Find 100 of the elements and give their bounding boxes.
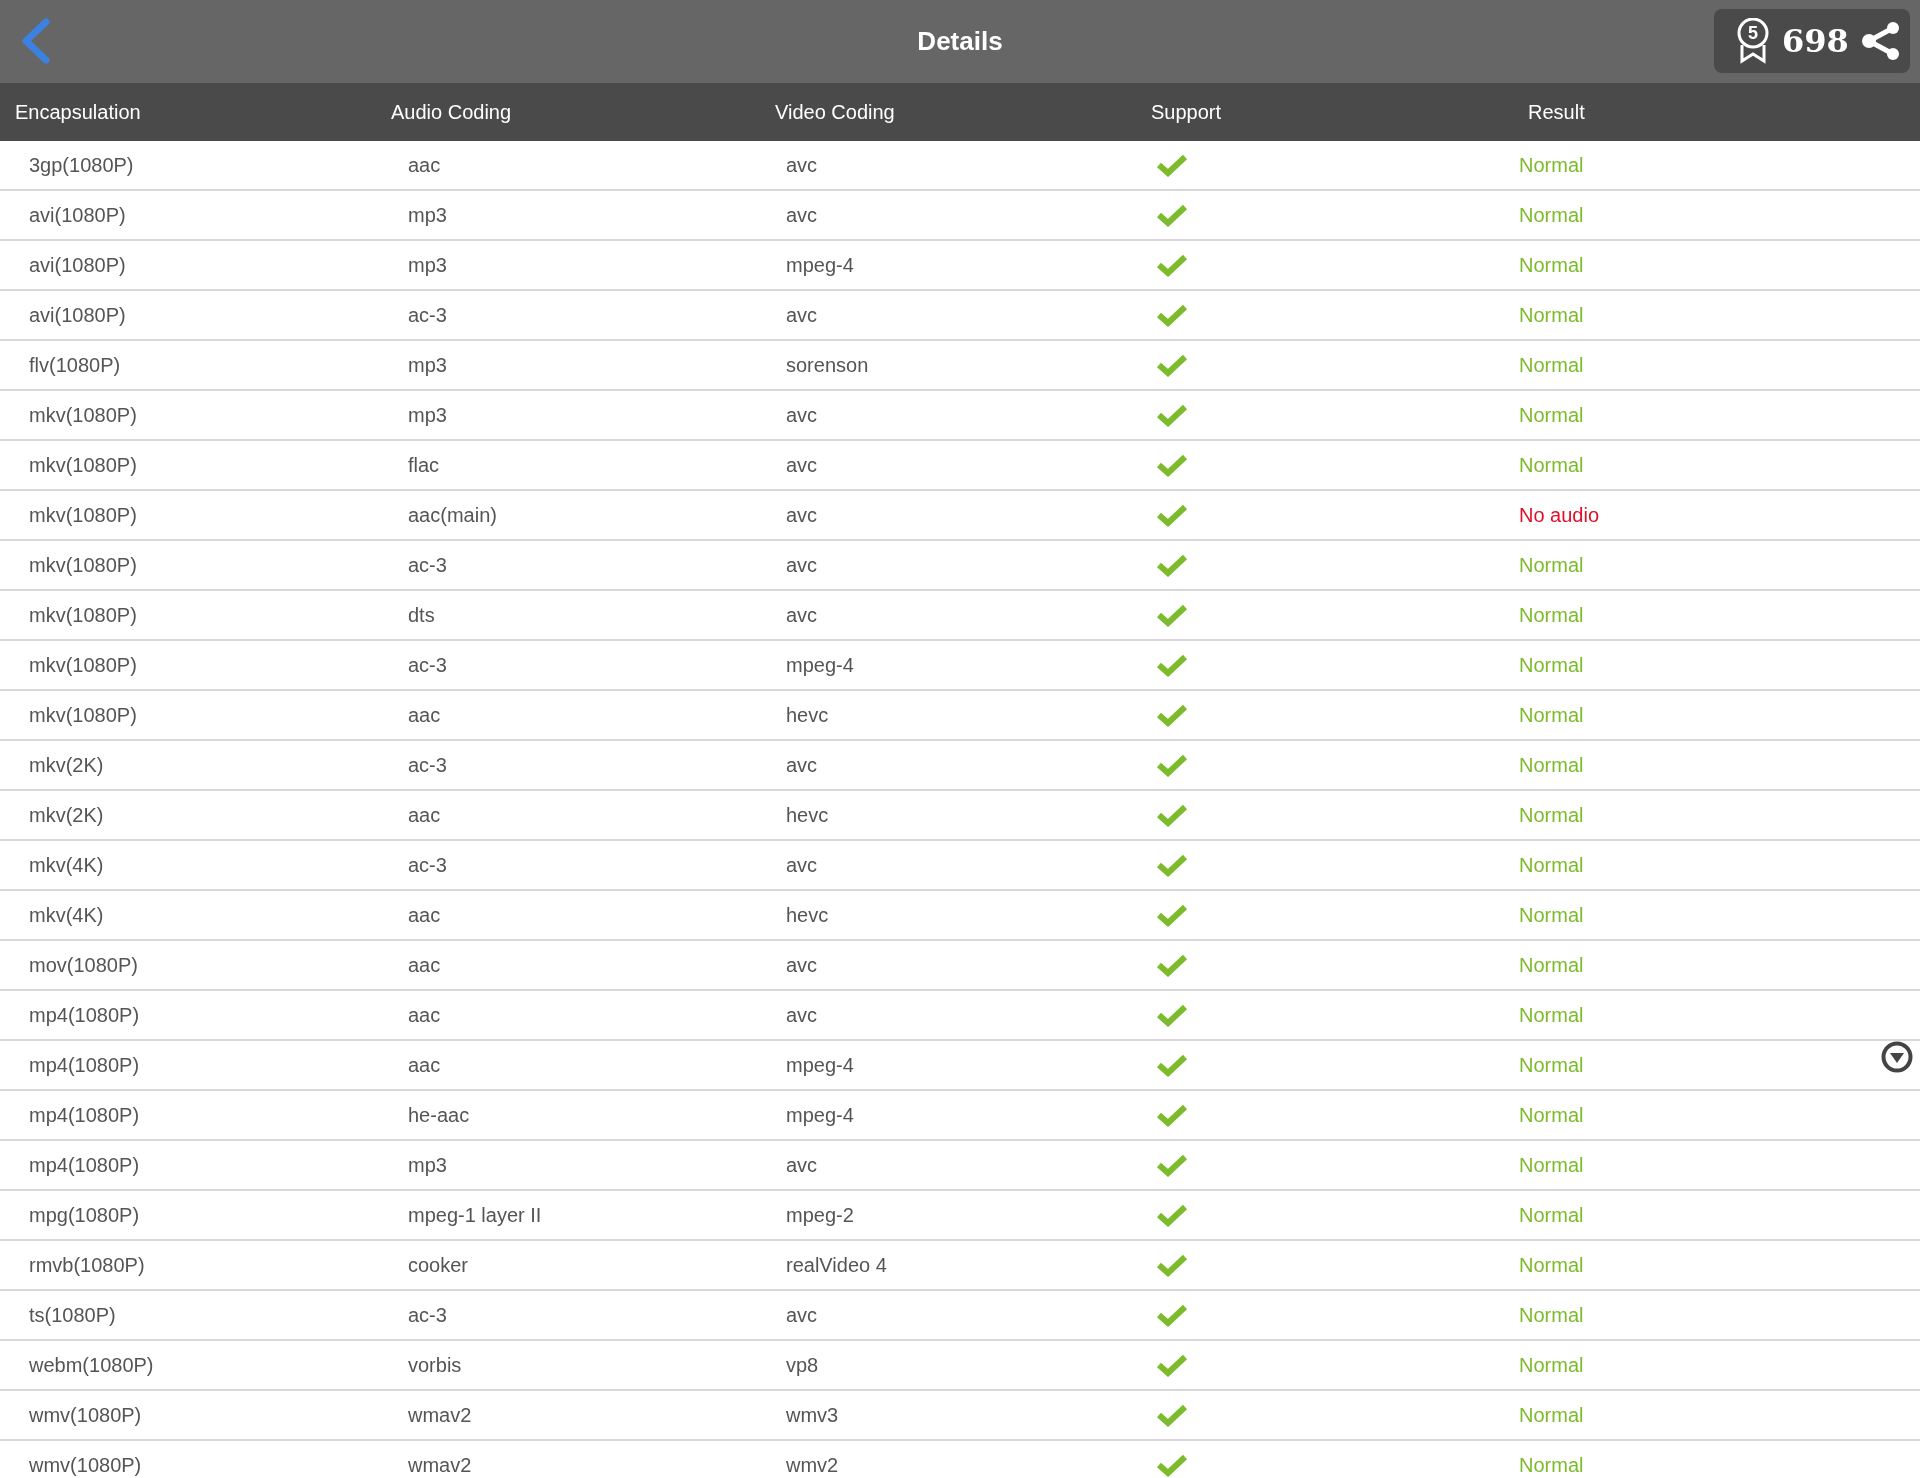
table-cell-text: mpeg-4 xyxy=(785,254,854,276)
table-cell-text: avc xyxy=(785,954,818,976)
table-cell-text: Normal xyxy=(1518,1404,1584,1426)
table-cell-text: mkv(1080P) xyxy=(28,704,137,726)
table-cell-text: mp4(1080P) xyxy=(28,1004,140,1026)
score-count: 698 xyxy=(1782,21,1849,62)
table-cell-text: Normal xyxy=(1518,454,1584,476)
table-cell-text: avc xyxy=(785,554,818,576)
table-cell-text: Normal xyxy=(1518,204,1584,226)
table-cell-text: mkv(1080P) xyxy=(28,554,137,576)
table-cell-text: Normal xyxy=(1518,1454,1584,1476)
table-cell-text: flac xyxy=(407,454,440,476)
table-cell-text: Normal xyxy=(1518,1354,1584,1376)
table-cell-text: cooker xyxy=(407,1254,469,1276)
table-cell-text: aac xyxy=(407,904,441,926)
table-cell-text: Normal xyxy=(1518,1254,1584,1276)
table-cell-text: mp3 xyxy=(407,1154,447,1176)
table-cell-text: Normal xyxy=(1518,654,1584,676)
table-cell-text: mp3 xyxy=(407,254,447,276)
table-cell-text: Normal xyxy=(1518,1154,1584,1176)
table-cell-text: he-aac xyxy=(407,1104,470,1126)
table-cell-text: mpeg-1 layer II xyxy=(407,1204,542,1226)
table-cell-text: mpeg-4 xyxy=(785,654,854,676)
table-cell-text: webm(1080P) xyxy=(28,1354,154,1376)
table-cell-text: mkv(1080P) xyxy=(28,604,137,626)
table-cell-text: mkv(2K) xyxy=(28,804,104,826)
table-cell-text: aac xyxy=(407,704,441,726)
table-cell-text: Normal xyxy=(1518,404,1584,426)
column-header: Result xyxy=(1527,101,1585,123)
table-cell-text: Normal xyxy=(1518,804,1584,826)
table-cell-text: wmv(1080P) xyxy=(28,1404,142,1426)
table-cell-text: mp4(1080P) xyxy=(28,1104,140,1126)
table-cell-text: hevc xyxy=(785,904,829,926)
table-cell-text: aac xyxy=(407,154,441,176)
table-cell-text: avi(1080P) xyxy=(28,204,126,226)
table-cell-text: Normal xyxy=(1518,1004,1584,1026)
table-cell-text: avc xyxy=(785,754,818,776)
table-cell-text: mkv(1080P) xyxy=(28,654,137,676)
table-cell-text: ac-3 xyxy=(407,754,447,776)
table-cell-text: flv(1080P) xyxy=(28,354,121,376)
share-icon[interactable] xyxy=(1860,21,1901,61)
table-cell-text: wmv2 xyxy=(785,1454,839,1476)
table-cell-text: avc xyxy=(785,1304,818,1326)
table-cell-text: avc xyxy=(785,204,818,226)
table-cell-text: mpeg-4 xyxy=(785,1054,854,1076)
table-cell-text: mp4(1080P) xyxy=(28,1054,140,1076)
table-cell-text: ac-3 xyxy=(407,304,447,326)
column-header: Encapsulation xyxy=(14,101,141,123)
table-cell-text: Normal xyxy=(1518,154,1584,176)
table-cell-text: aac xyxy=(407,1004,441,1026)
table-cell-text: mkv(2K) xyxy=(28,754,104,776)
table-cell-text: sorenson xyxy=(785,354,869,376)
table-cell-text: Normal xyxy=(1518,954,1584,976)
table-cell-text: avc xyxy=(785,304,818,326)
table-cell-text: avi(1080P) xyxy=(28,304,126,326)
table-cell-text: aac(main) xyxy=(407,504,497,526)
table-cell-text: avi(1080P) xyxy=(28,254,126,276)
table-cell-text: No audio xyxy=(1518,504,1600,526)
table-cell-text: avc xyxy=(785,1154,818,1176)
table-cell-text: Normal xyxy=(1518,254,1584,276)
table-cell-text: Normal xyxy=(1518,1204,1584,1226)
table-cell-text: Normal xyxy=(1518,904,1584,926)
table-cell-text: mp3 xyxy=(407,404,447,426)
table-cell-text: vorbis xyxy=(407,1354,462,1376)
table-cell-text: hevc xyxy=(785,704,829,726)
table-cell-text: mkv(1080P) xyxy=(28,404,137,426)
table-cell-text: mpeg-2 xyxy=(785,1204,854,1226)
table-cell-text: mov(1080P) xyxy=(28,954,138,976)
table-cell-text: Normal xyxy=(1518,554,1584,576)
table-cell-text: avc xyxy=(785,1004,818,1026)
table-cell-text: Normal xyxy=(1518,854,1584,876)
column-header: Support xyxy=(1150,101,1222,123)
table-cell-text: Normal xyxy=(1518,1054,1584,1076)
table-cell-text: rmvb(1080P) xyxy=(28,1254,145,1276)
table-cell-text: ts(1080P) xyxy=(28,1304,116,1326)
table-cell-text: ac-3 xyxy=(407,654,447,676)
table-cell-text: ac-3 xyxy=(407,554,447,576)
table-cell-text: mpeg-4 xyxy=(785,1104,854,1126)
table-cell-text: avc xyxy=(785,854,818,876)
scroll-down-icon[interactable] xyxy=(1881,1041,1913,1073)
table-cell-text: ac-3 xyxy=(407,1304,447,1326)
table-cell-text: Normal xyxy=(1518,354,1584,376)
table-cell-text: wmav2 xyxy=(407,1454,472,1476)
table-cell-text: mp3 xyxy=(407,354,447,376)
table-cell-text: Normal xyxy=(1518,754,1584,776)
table-cell-text: Normal xyxy=(1518,704,1584,726)
table-cell-text: Normal xyxy=(1518,604,1584,626)
table-cell-text: vp8 xyxy=(785,1354,819,1376)
column-header: Audio Coding xyxy=(390,101,512,123)
table-cell-text: avc xyxy=(785,154,818,176)
table-cell-text: mkv(1080P) xyxy=(28,454,137,476)
table-cell-text: mpg(1080P) xyxy=(28,1204,140,1226)
table-cell-text: aac xyxy=(407,954,441,976)
table-cell-text: Normal xyxy=(1518,1304,1584,1326)
table-cell-text: avc xyxy=(785,504,818,526)
table-cell-text: mkv(4K) xyxy=(28,904,104,926)
table-cell-text: avc xyxy=(785,604,818,626)
table-cell-text: aac xyxy=(407,804,441,826)
table-cell-text: wmv(1080P) xyxy=(28,1454,142,1476)
table-cell-text: ac-3 xyxy=(407,854,447,876)
